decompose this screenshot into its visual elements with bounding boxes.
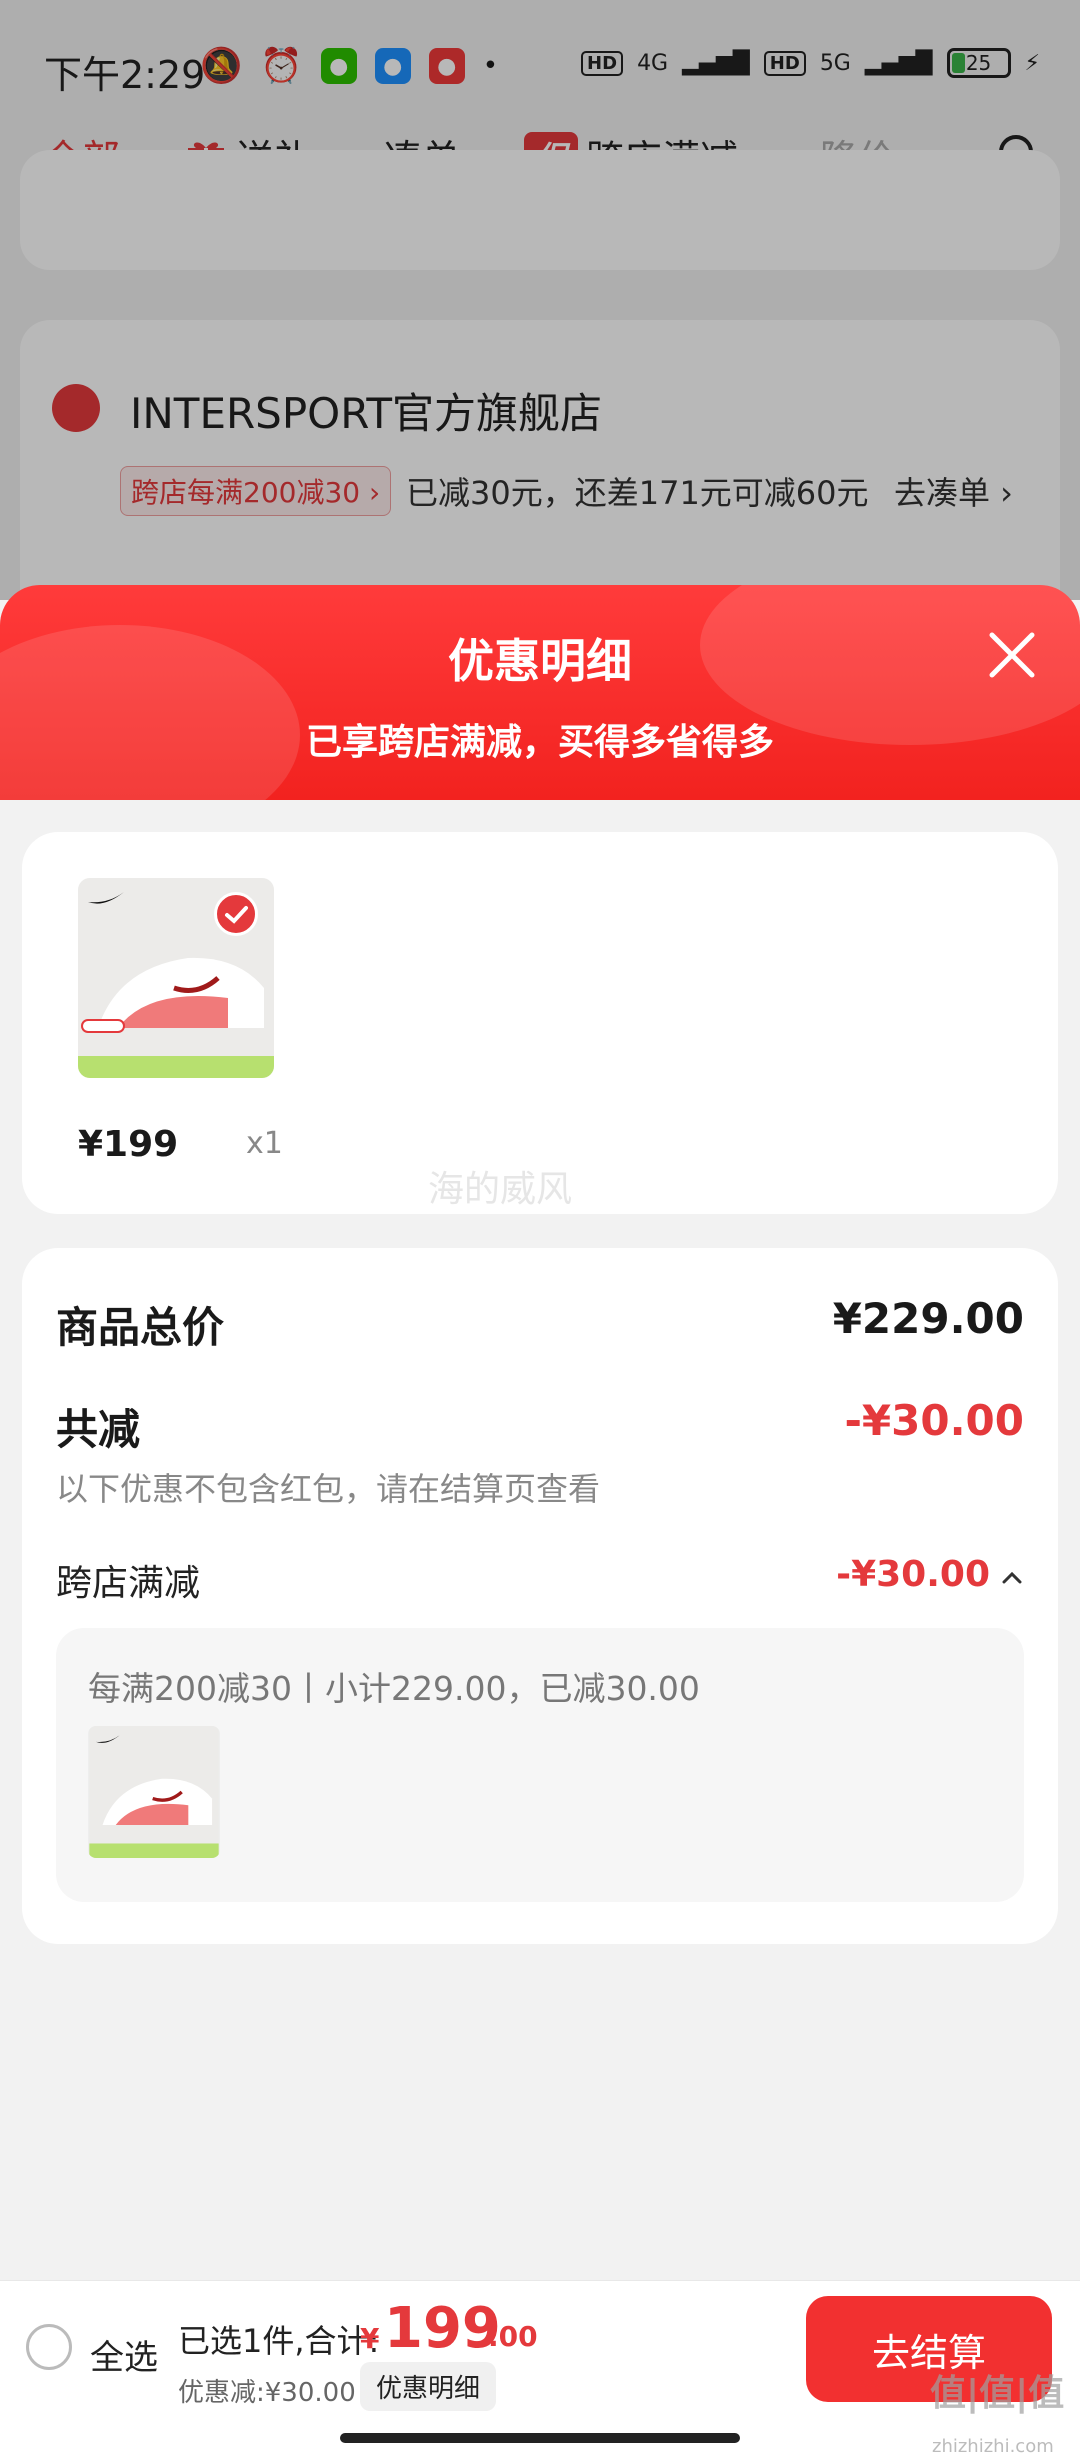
discount-summary: 优惠减:¥30.00 bbox=[178, 2378, 356, 2408]
sheet-header: 优惠明细 已享跨店满减，买得多省得多 bbox=[0, 585, 1080, 800]
discount-detail-button[interactable]: 优惠明细 bbox=[360, 2362, 497, 2411]
discount-value: -¥30.00 bbox=[844, 1396, 1024, 1445]
total-price-value: ¥229.00 bbox=[832, 1294, 1024, 1343]
site-watermark: 值|值|值 bbox=[930, 2373, 1065, 2414]
watermark-text: 海的威风 bbox=[428, 1169, 573, 1210]
product-quantity: x1 bbox=[246, 1126, 283, 1161]
promo-value[interactable]: -¥30.00 bbox=[836, 1554, 990, 1595]
select-all-radio[interactable] bbox=[26, 2324, 72, 2370]
promo-detail-text: 每满200减30丨小计229.00，已减30.00 bbox=[88, 1669, 700, 1708]
dim-overlay[interactable] bbox=[0, 0, 1080, 600]
sheet-subtitle: 已享跨店满减，买得多省得多 bbox=[305, 722, 774, 763]
total-price-label: 商品总价 bbox=[56, 1303, 225, 1352]
home-indicator[interactable] bbox=[340, 2433, 740, 2443]
site-watermark-url: zhizhizhi.com bbox=[932, 2436, 1054, 2457]
select-all-label[interactable]: 全选 bbox=[90, 2330, 158, 2379]
promo-label: 跨店满减 bbox=[56, 1563, 201, 1604]
product-selected-check[interactable] bbox=[214, 892, 258, 936]
discount-label: 共减 bbox=[56, 1405, 141, 1454]
discount-note: 以下优惠不包含红包，请在结算页查看 bbox=[56, 1470, 601, 1508]
background-page: 下午2:29 🔕 ⏰ ● ● ● • HD 4G ▂▄▆█ HD 5G ▂▄▆█… bbox=[0, 0, 1080, 620]
close-icon[interactable] bbox=[984, 627, 1040, 683]
total-currency: ¥ bbox=[360, 2322, 380, 2355]
total-decimal: .00 bbox=[488, 2320, 538, 2353]
product-price: ¥199 bbox=[78, 1124, 179, 1165]
selected-summary: 已选1件,合计: bbox=[178, 2322, 380, 2360]
total-amount: 199 bbox=[384, 2296, 501, 2361]
sheet-title: 优惠明细 bbox=[448, 634, 632, 688]
promo-product-thumbnail[interactable] bbox=[88, 1726, 220, 1858]
chevron-up-icon[interactable] bbox=[1000, 1566, 1024, 1590]
